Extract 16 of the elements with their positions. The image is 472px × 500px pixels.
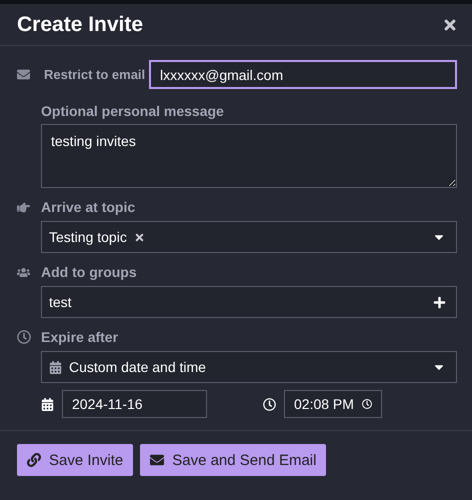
field-label: Optional personal message [41, 103, 225, 119]
topic-tag: Testing topic [49, 229, 127, 245]
save-button[interactable]: Save and Send Email [140, 444, 326, 476]
save-button[interactable]: Save Invite [17, 444, 134, 476]
groups-field[interactable]: test [41, 286, 457, 318]
field-label: Arrive at topic [41, 199, 136, 215]
field-label: Add to groups [41, 264, 137, 280]
field-label: Expire after [41, 329, 118, 345]
dialog-title: Create Invite [17, 12, 144, 36]
field-label: Restrict to email [44, 67, 146, 82]
topic-select[interactable]: Testing topic [41, 221, 457, 253]
time-field[interactable]: 02:08 PM [284, 390, 382, 418]
date-field[interactable]: 2024-11-16 [62, 390, 207, 418]
expire-select[interactable]: Custom date and time [41, 351, 457, 383]
email-field[interactable]: lxxxxxx@gmail.com [149, 60, 457, 89]
message-field[interactable]: testing invites [41, 124, 457, 188]
